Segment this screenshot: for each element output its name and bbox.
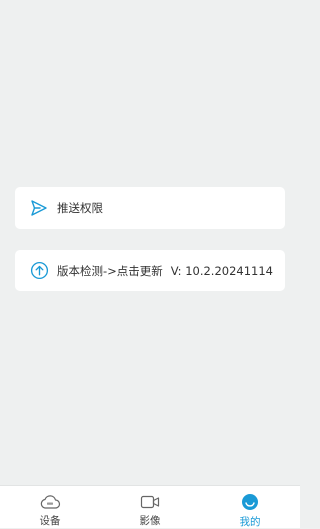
version-number: V: 10.2.20241114	[170, 263, 273, 278]
tab-devices[interactable]: 设备	[0, 486, 100, 528]
cloud-camera-icon	[38, 492, 62, 511]
tab-devices-label: 设备	[39, 515, 61, 527]
version-check-label: 版本检测->点击更新	[57, 263, 163, 278]
version-check-row[interactable]: 版本检测->点击更新 V: 10.2.20241114	[15, 250, 285, 291]
video-camera-icon	[138, 492, 162, 511]
push-permission-row[interactable]: 推送权限	[15, 187, 285, 229]
push-permission-label: 推送权限	[57, 201, 103, 215]
tab-media-label: 影像	[139, 515, 161, 527]
tab-media[interactable]: 影像	[100, 486, 200, 528]
upload-circle-icon	[29, 261, 49, 281]
send-icon	[29, 198, 49, 218]
profile-icon	[238, 492, 262, 512]
tab-profile-label: 我的	[239, 516, 261, 528]
bottom-tab-bar: 设备 影像 我的	[0, 485, 300, 528]
tab-profile[interactable]: 我的	[200, 486, 300, 528]
